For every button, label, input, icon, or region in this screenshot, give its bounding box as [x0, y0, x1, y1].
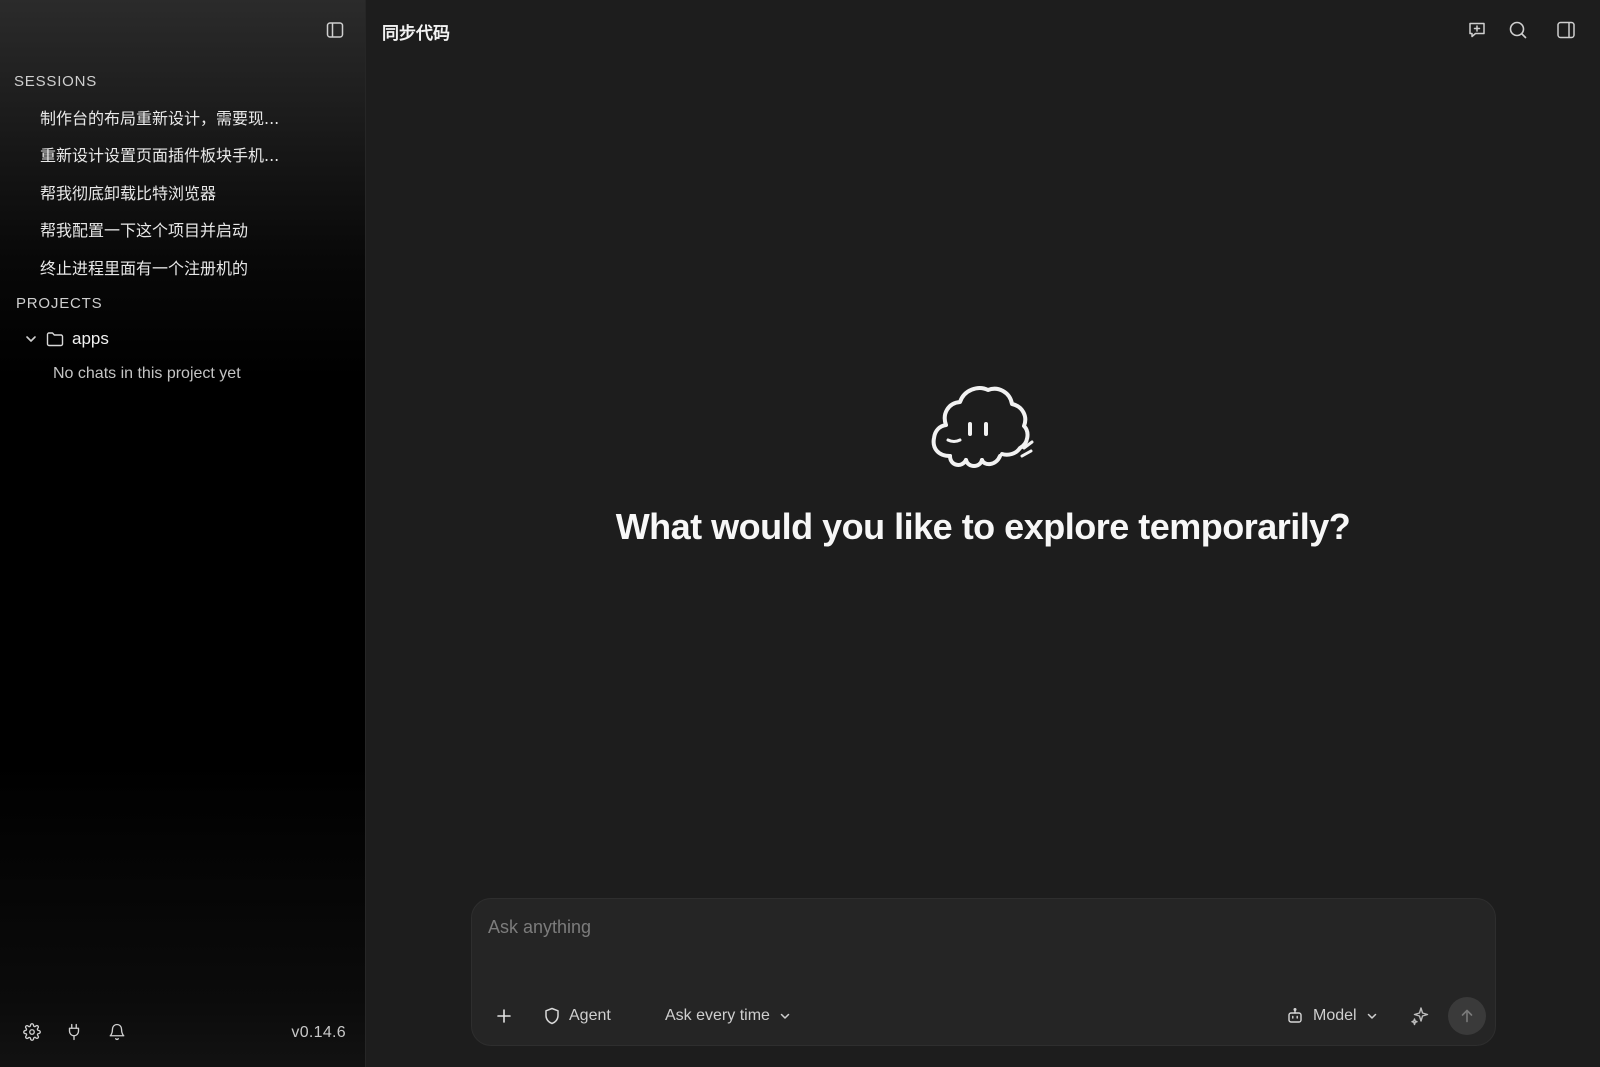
plus-icon [496, 1008, 512, 1024]
send-button[interactable] [1448, 997, 1486, 1035]
settings-icon[interactable] [22, 1022, 42, 1042]
composer-toolbar: Agent Ask every time Model [472, 997, 1495, 1035]
add-attachment-button[interactable] [490, 997, 518, 1035]
agent-mode-button[interactable]: Agent [544, 997, 611, 1035]
chevron-down-icon [1366, 1010, 1378, 1022]
model-select[interactable]: Model [1286, 997, 1378, 1035]
search-icon[interactable] [1507, 19, 1529, 41]
chevron-down-icon [779, 1010, 791, 1022]
agent-label: Agent [569, 1007, 611, 1024]
permission-label: Ask every time [665, 1007, 770, 1024]
project-empty-note: No chats in this project yet [53, 365, 241, 382]
sparkle-icon [1410, 1006, 1430, 1026]
project-item-apps[interactable]: apps [24, 326, 109, 352]
session-item[interactable]: 制作台的布局重新设计，需要现... [0, 98, 366, 136]
folder-icon [46, 331, 64, 347]
page-title: 同步代码 [382, 24, 450, 44]
arrow-up-icon [1459, 1008, 1475, 1024]
plug-icon[interactable] [64, 1022, 84, 1042]
app-window: SESSIONS 制作台的布局重新设计，需要现... 重新设计设置页面插件板块手… [0, 0, 1600, 1067]
app-version: v0.14.6 [291, 1024, 346, 1041]
chat-input[interactable] [488, 913, 1478, 941]
permission-select[interactable]: Ask every time [665, 997, 791, 1035]
session-item[interactable]: 帮我彻底卸载比特浏览器 [0, 173, 366, 211]
robot-icon [1286, 1007, 1304, 1025]
cloud-mascot-icon [928, 382, 1038, 482]
sessions-section-label: SESSIONS [14, 73, 98, 90]
sidebar: SESSIONS 制作台的布局重新设计，需要现... 重新设计设置页面插件板块手… [0, 0, 366, 1067]
project-name: apps [72, 329, 109, 348]
hero-heading: What would you like to explore temporari… [615, 506, 1351, 547]
chat-composer: Agent Ask every time [471, 898, 1496, 1046]
model-label: Model [1313, 1007, 1357, 1024]
new-chat-icon[interactable] [1466, 19, 1488, 41]
right-panel-toggle-icon[interactable] [1555, 19, 1577, 41]
enhance-prompt-button[interactable] [1407, 997, 1433, 1035]
bell-icon[interactable] [107, 1022, 127, 1042]
projects-section-label: PROJECTS [16, 295, 103, 312]
session-item[interactable]: 重新设计设置页面插件板块手机... [0, 136, 366, 174]
session-item[interactable]: 帮我配置一下这个项目并启动 [0, 211, 366, 249]
chevron-down-icon[interactable] [24, 332, 38, 346]
sidebar-footer: v0.14.6 [0, 1017, 366, 1047]
session-list: 制作台的布局重新设计，需要现... 重新设计设置页面插件板块手机... 帮我彻底… [0, 98, 366, 286]
session-item[interactable]: 终止进程里面有一个注册机的 [0, 248, 366, 286]
shield-icon [544, 1007, 560, 1025]
sidebar-toggle-icon[interactable] [324, 19, 346, 41]
